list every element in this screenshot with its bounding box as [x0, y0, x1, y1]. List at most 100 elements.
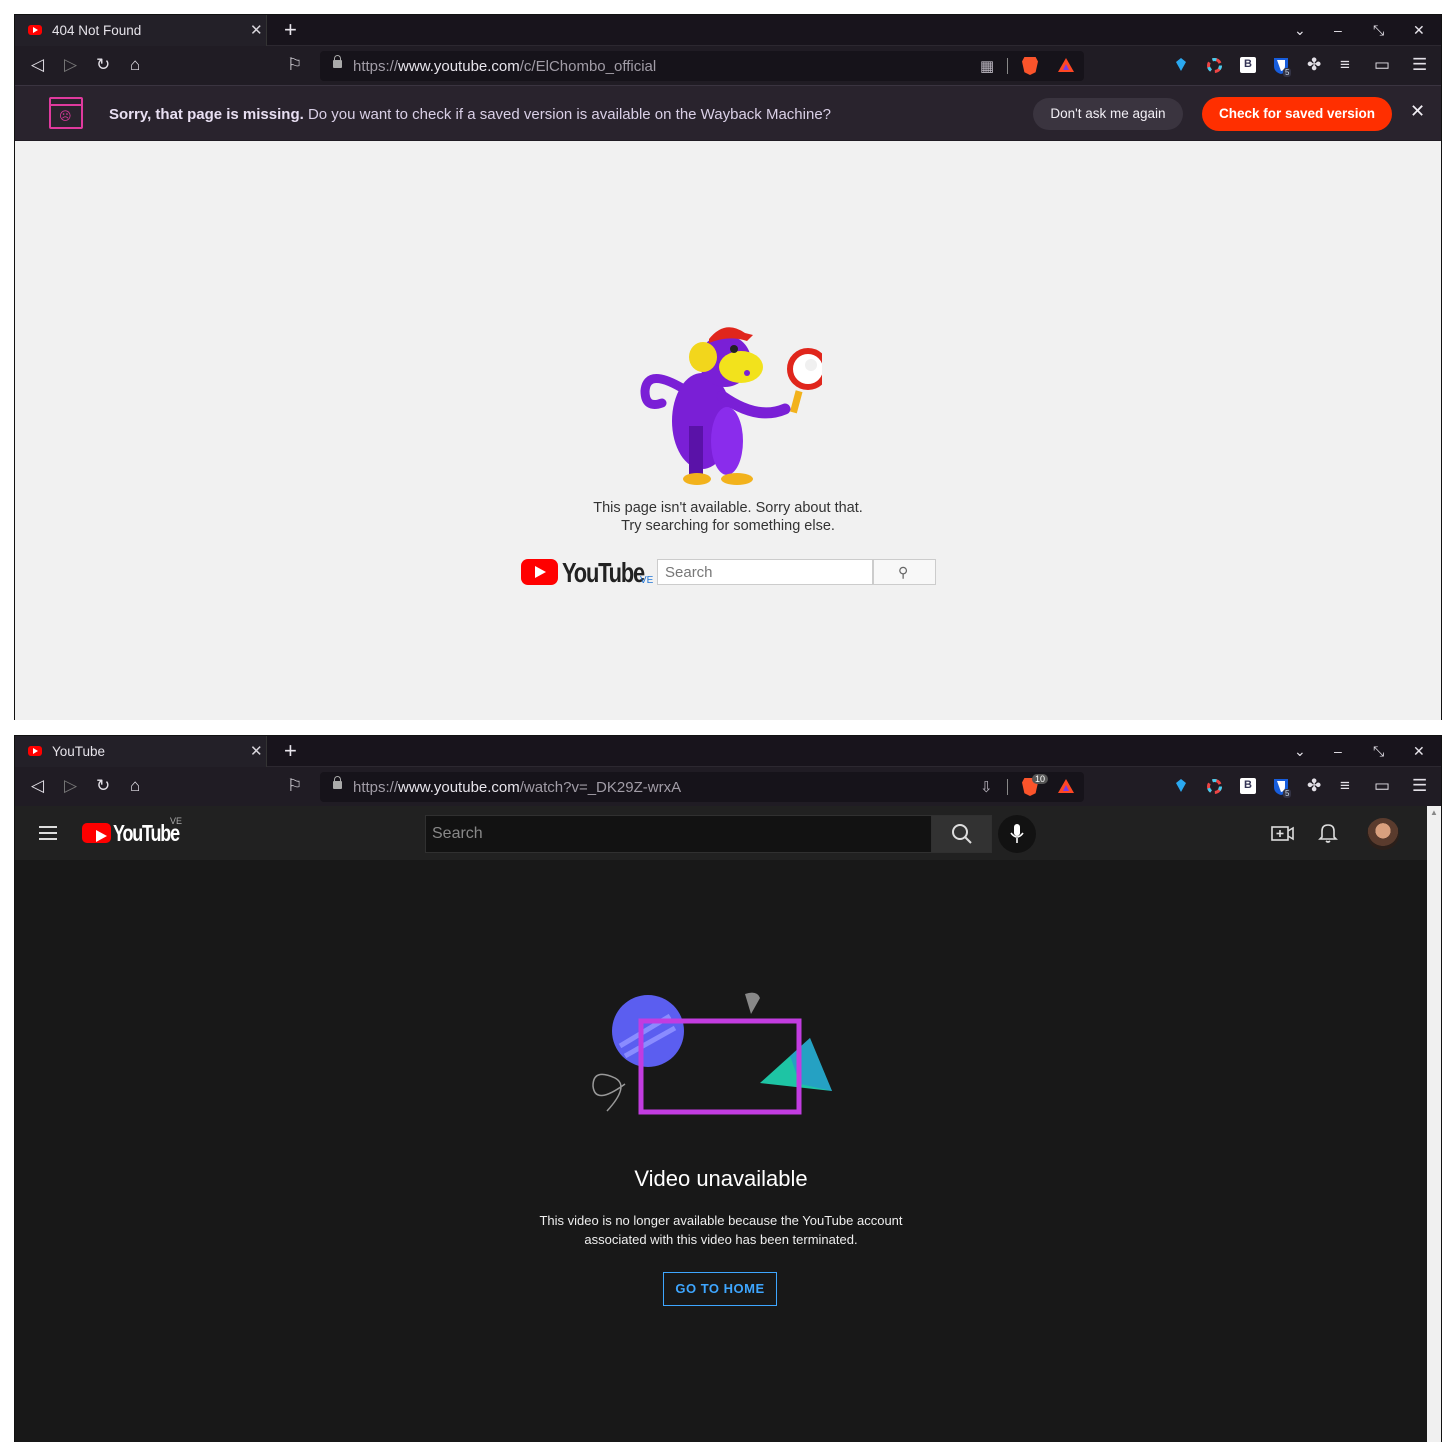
- new-tab-icon[interactable]: +: [284, 17, 297, 43]
- scroll-up-arrow-icon[interactable]: ▲: [1430, 808, 1438, 817]
- toolbar: ◁ ▷ ↻ ⌂ ⚐ https://www.youtube.com/watch?…: [15, 768, 1441, 806]
- playlist-icon[interactable]: ≡: [1340, 777, 1350, 794]
- tab-close-icon[interactable]: ✕: [250, 742, 263, 760]
- home-icon[interactable]: ⌂: [130, 56, 140, 73]
- tab-youtube[interactable]: YouTube ✕: [15, 736, 267, 767]
- dont-ask-again-button[interactable]: Don't ask me again: [1033, 98, 1183, 130]
- forward-icon[interactable]: ▷: [64, 777, 77, 794]
- tab-404[interactable]: 404 Not Found ✕: [15, 15, 267, 46]
- video-unavailable-description: This video is no longer available becaus…: [15, 1211, 1427, 1249]
- search-icon: ⚲: [898, 564, 909, 580]
- reload-icon[interactable]: ↻: [96, 777, 110, 794]
- tab-list-chevron-icon[interactable]: ⌄: [1294, 743, 1306, 760]
- minimize-icon[interactable]: –: [1334, 743, 1342, 759]
- youtube-favicon-icon: [28, 25, 42, 35]
- search-input[interactable]: Search: [425, 815, 932, 853]
- forward-icon[interactable]: ▷: [64, 56, 77, 73]
- menu-icon[interactable]: ☰: [1412, 777, 1427, 794]
- youtube-masthead: YouTube VE Search: [15, 806, 1427, 860]
- video-unavailable-title: Video unavailable: [634, 1166, 808, 1191]
- gem-extension-icon[interactable]: [1173, 778, 1191, 796]
- tab-strip: YouTube ✕ + ⌄ – ⤡ ✕: [15, 736, 1441, 767]
- bookmark-icon[interactable]: ⚐: [287, 777, 302, 794]
- qr-code-icon[interactable]: ▦: [980, 57, 994, 75]
- sad-page-icon: ☹: [49, 97, 83, 129]
- menu-icon[interactable]: ☰: [1412, 56, 1427, 73]
- puzzle-extensions-icon[interactable]: ✤: [1307, 777, 1321, 794]
- notifications-bell-icon[interactable]: [1318, 822, 1338, 844]
- back-icon[interactable]: ◁: [31, 777, 44, 794]
- infobar-message: Sorry, that page is missing. Do you want…: [109, 106, 832, 123]
- message-line-1: This page isn't available. Sorry about t…: [593, 500, 863, 516]
- region-code: VE: [640, 575, 654, 586]
- search-icon: [952, 824, 972, 844]
- home-icon[interactable]: ⌂: [130, 777, 140, 794]
- extension-badge: 5: [1283, 789, 1292, 798]
- youtube-play-icon: [82, 823, 111, 843]
- search-button[interactable]: ⚲: [873, 559, 936, 585]
- youtube-wordmark: YouTube: [562, 557, 645, 588]
- color-ring-extension-icon[interactable]: [1206, 778, 1224, 796]
- voice-search-button[interactable]: [998, 815, 1036, 853]
- browser-window-youtube: YouTube ✕ + ⌄ – ⤡ ✕ ◁ ▷ ↻ ⌂ ⚐ https://ww…: [14, 735, 1442, 1442]
- lock-icon: [333, 776, 342, 789]
- create-video-icon[interactable]: [1271, 824, 1295, 844]
- brave-rewards-icon[interactable]: [1058, 779, 1074, 793]
- b-extension-icon[interactable]: B: [1240, 57, 1256, 73]
- install-app-icon[interactable]: ⇩: [980, 778, 993, 796]
- gem-extension-icon[interactable]: [1173, 57, 1191, 75]
- tab-close-icon[interactable]: ✕: [250, 21, 263, 39]
- tab-strip: 404 Not Found ✕ + ⌄ – ⤡ ✕: [15, 15, 1441, 46]
- brave-shields-icon[interactable]: [1022, 57, 1038, 75]
- youtube-play-icon: [521, 559, 558, 585]
- back-icon[interactable]: ◁: [31, 56, 44, 73]
- go-to-home-button[interactable]: GO TO HOME: [663, 1272, 777, 1306]
- video-unavailable-illustration: [592, 992, 832, 1115]
- divider: [1007, 58, 1008, 74]
- minimize-icon[interactable]: –: [1334, 22, 1342, 38]
- monkey-mascot-illustration: [640, 327, 822, 485]
- shields-count-badge: 10: [1032, 774, 1049, 784]
- region-code: VE: [170, 816, 183, 826]
- hamburger-menu-icon[interactable]: [39, 826, 57, 828]
- new-tab-icon[interactable]: +: [284, 738, 297, 764]
- close-window-icon[interactable]: ✕: [1413, 743, 1425, 760]
- puzzle-extensions-icon[interactable]: ✤: [1307, 56, 1321, 73]
- restore-icon[interactable]: ⤡: [1373, 22, 1384, 39]
- lock-icon: [333, 55, 342, 68]
- search-input[interactable]: Search: [657, 559, 873, 585]
- bitwarden-extension-icon[interactable]: 5: [1273, 57, 1292, 77]
- bookmark-icon[interactable]: ⚐: [287, 56, 302, 73]
- wallet-icon[interactable]: ▭: [1374, 777, 1390, 794]
- youtube-page: YouTube VE Search Video unavailable This…: [15, 806, 1427, 1442]
- address-bar[interactable]: https://www.youtube.com/watch?v=_DK29Z-w…: [320, 772, 1084, 802]
- address-bar[interactable]: https://www.youtube.com/c/ElChombo_offic…: [320, 51, 1084, 81]
- account-avatar[interactable]: [1367, 818, 1399, 850]
- color-ring-extension-icon[interactable]: [1206, 57, 1224, 75]
- close-window-icon[interactable]: ✕: [1413, 22, 1425, 39]
- reload-icon[interactable]: ↻: [96, 56, 110, 73]
- wayback-infobar: ☹ Sorry, that page is missing. Do you wa…: [15, 85, 1441, 140]
- tab-list-chevron-icon[interactable]: ⌄: [1294, 22, 1306, 39]
- url-text: https://www.youtube.com/c/ElChombo_offic…: [353, 58, 657, 75]
- check-saved-version-button[interactable]: Check for saved version: [1202, 97, 1392, 131]
- search-button[interactable]: [931, 815, 992, 853]
- extension-badge: 5: [1283, 68, 1292, 77]
- tab-title: YouTube: [52, 744, 106, 759]
- divider: [1007, 779, 1008, 795]
- wallet-icon[interactable]: ▭: [1374, 56, 1390, 73]
- browser-window-404: 404 Not Found ✕ + ⌄ – ⤡ ✕ ◁ ▷ ↻ ⌂ ⚐ http…: [14, 14, 1442, 720]
- bitwarden-extension-icon[interactable]: 5: [1273, 778, 1292, 798]
- playlist-icon[interactable]: ≡: [1340, 56, 1350, 73]
- tab-title: 404 Not Found: [52, 23, 142, 38]
- scrollbar[interactable]: ▲: [1427, 806, 1441, 1442]
- restore-icon[interactable]: ⤡: [1373, 743, 1384, 760]
- brave-rewards-icon[interactable]: [1058, 58, 1074, 72]
- toolbar: ◁ ▷ ↻ ⌂ ⚐ https://www.youtube.com/c/ElCh…: [15, 47, 1441, 85]
- page-content-404: This page isn't available. Sorry about t…: [15, 141, 1441, 720]
- microphone-icon: [1010, 824, 1024, 843]
- description-line-1: This video is no longer available becaus…: [539, 1213, 903, 1228]
- b-extension-icon[interactable]: B: [1240, 778, 1256, 794]
- infobar-close-icon[interactable]: ✕: [1410, 101, 1425, 122]
- youtube-favicon-icon: [28, 746, 42, 756]
